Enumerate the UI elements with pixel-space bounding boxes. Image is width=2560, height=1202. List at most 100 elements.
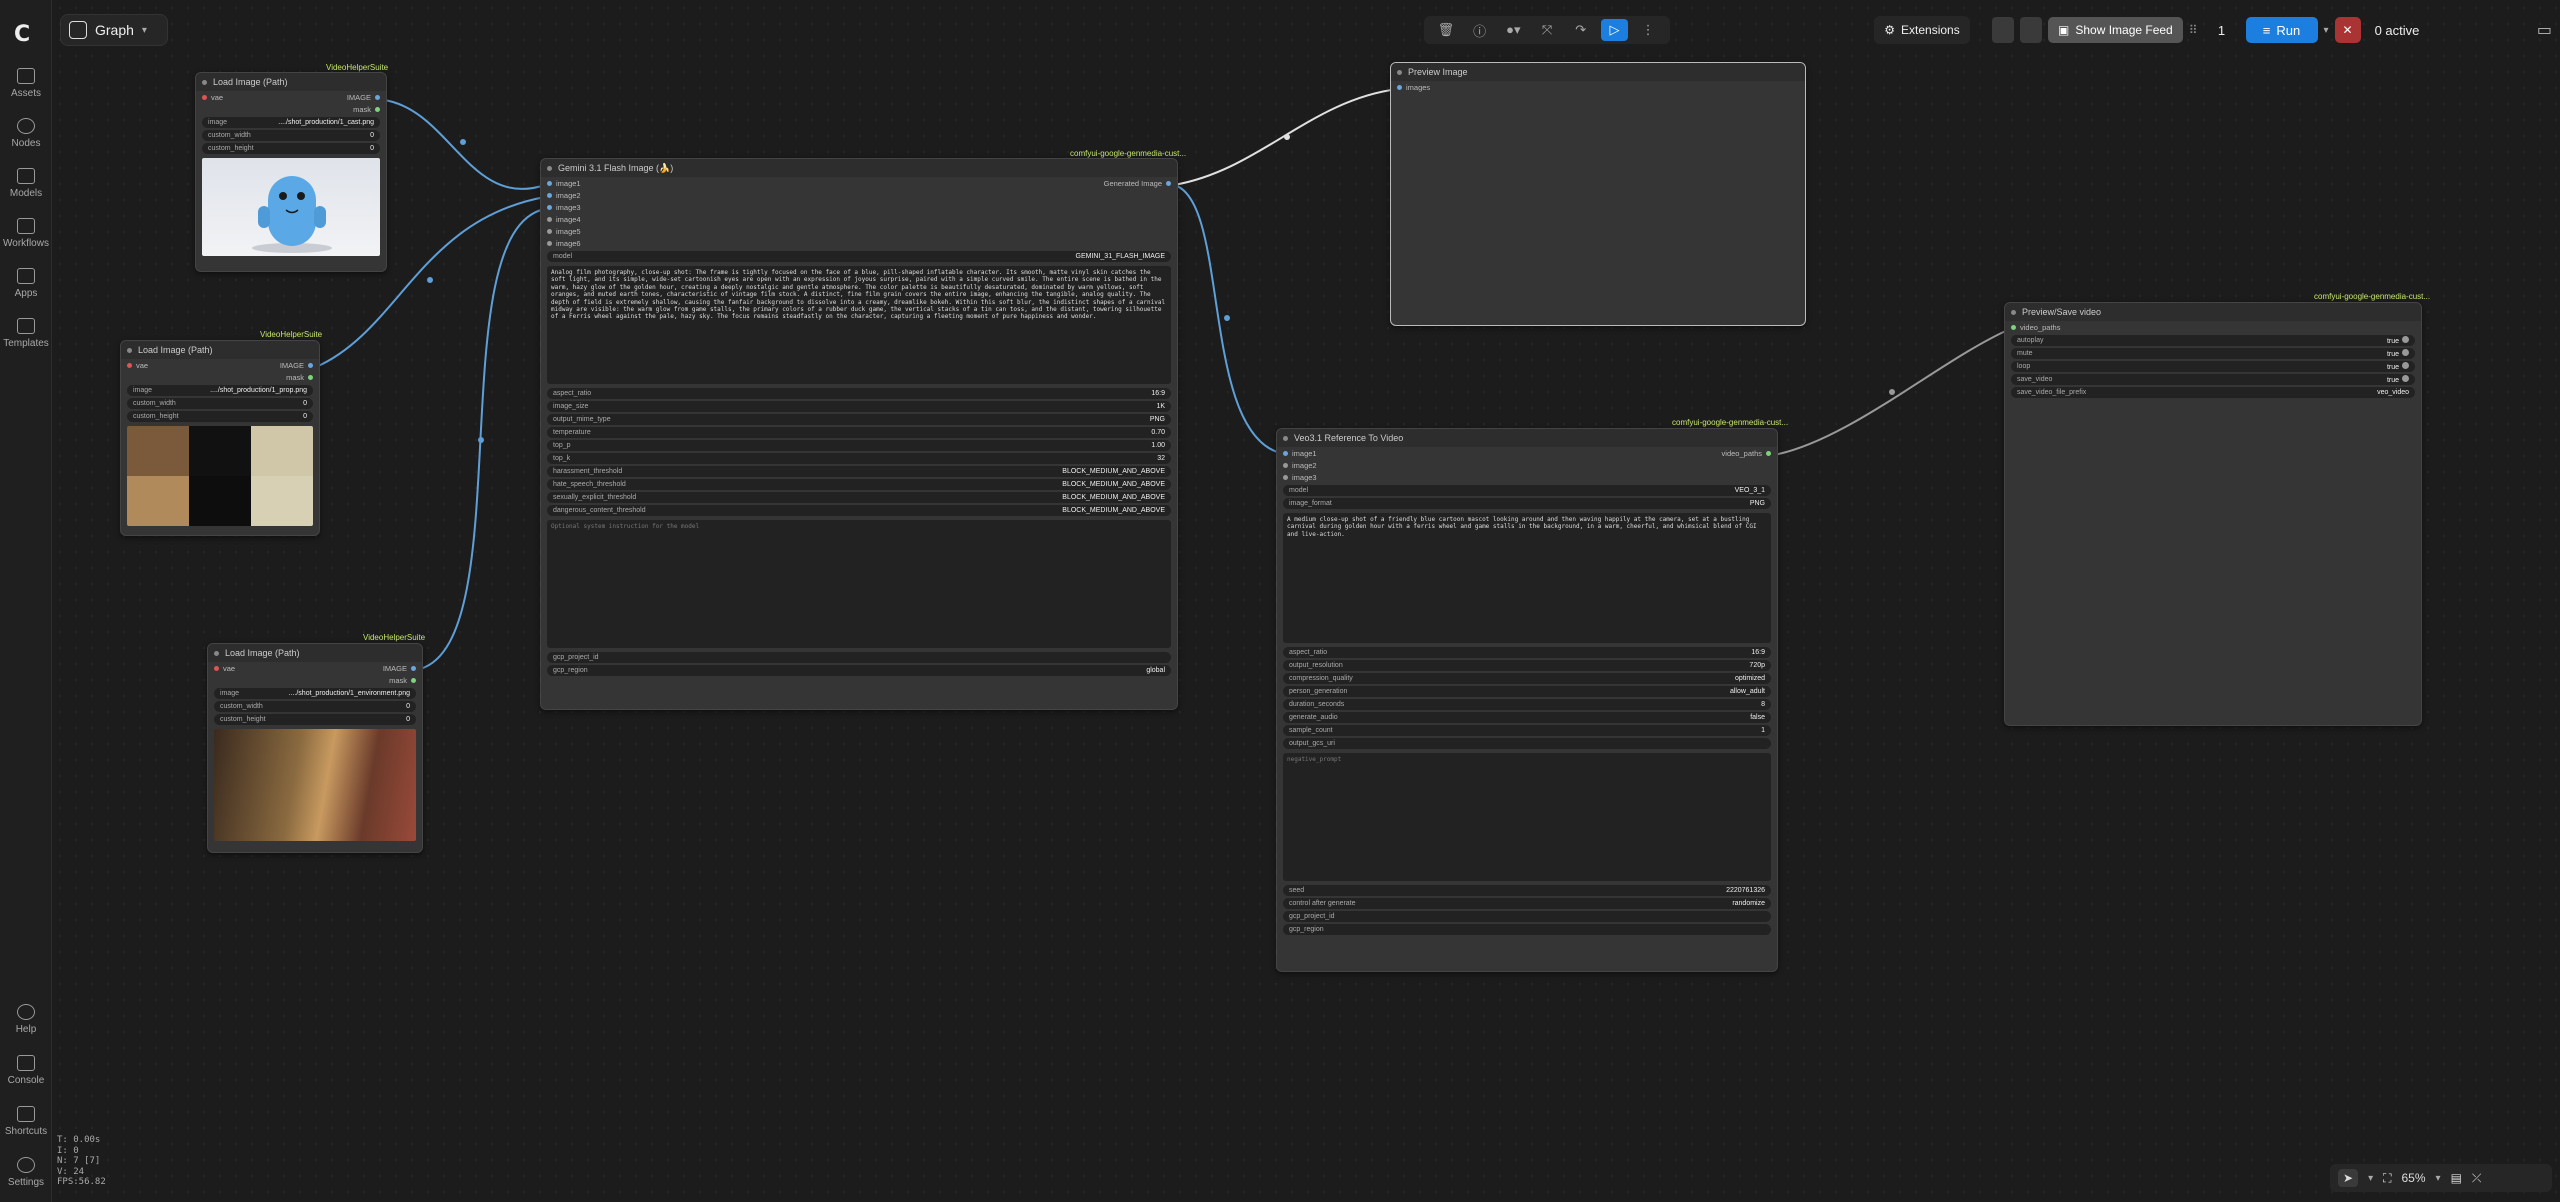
widget-image-size[interactable]: image_size 1K — [547, 401, 1171, 412]
toggle-icon[interactable] — [2402, 375, 2409, 382]
toggle-icon[interactable] — [2402, 349, 2409, 356]
redo-icon[interactable]: ↷ — [1567, 19, 1595, 41]
model-select[interactable]: model GEMINI_31_FLASH_IMAGE — [547, 251, 1171, 262]
image-path-widget[interactable]: image ..../shot_production/1_cast.png — [202, 117, 380, 128]
node-gemini-flash-image[interactable]: Gemini 3.1 Flash Image (🍌) image1 Generat… — [540, 158, 1178, 710]
output-mask[interactable]: mask — [389, 676, 407, 685]
drag-handle-icon[interactable]: ⠿ — [2189, 23, 2198, 37]
info-icon[interactable]: ⓘ — [1466, 19, 1494, 41]
node-preview-save-video[interactable]: Preview/Save video video_paths autoplay t… — [2004, 302, 2422, 726]
input-video-paths[interactable]: video_paths — [2020, 323, 2060, 332]
output-image[interactable]: IMAGE — [280, 361, 304, 370]
node-load-image-2[interactable]: Load Image (Path) vae IMAGE mask image...… — [120, 340, 320, 536]
output-image[interactable]: IMAGE — [347, 93, 371, 102]
sidebar-item-help[interactable]: Help — [0, 1004, 52, 1035]
run-options-chevron-icon[interactable]: ▾ — [2324, 25, 2329, 36]
custom-height-widget[interactable]: custom_height 0 — [214, 714, 416, 725]
prompt-textarea[interactable]: Analog film photography, close-up shot: … — [547, 266, 1171, 384]
output-video-paths[interactable]: video_paths — [1722, 449, 1762, 458]
sidebar-item-templates[interactable]: Templates — [0, 318, 52, 349]
custom-width-widget[interactable]: custom_width 0 — [127, 398, 313, 409]
input-vae[interactable]: vae — [223, 664, 235, 673]
widget-sexually-explicit-threshold[interactable]: sexually_explicit_threshold BLOCK_MEDIUM_… — [547, 492, 1171, 503]
input-images[interactable]: images — [1406, 83, 1430, 92]
widget-person-generation[interactable]: person_generation allow_adult — [1283, 686, 1771, 697]
widget-save-video[interactable]: save_video true — [2011, 374, 2415, 385]
model-select[interactable]: model VEO_3_1 — [1283, 485, 1771, 496]
gcp-project-id-widget[interactable]: gcp_project_id — [547, 652, 1171, 663]
chevron-down-icon[interactable]: ▾ — [142, 25, 147, 36]
comfy-logo-icon[interactable]: C — [14, 22, 38, 47]
widget-aspect-ratio[interactable]: aspect_ratio 16:9 — [1283, 647, 1771, 658]
custom-width-widget[interactable]: custom_width 0 — [202, 130, 380, 141]
more-options-icon[interactable]: ⋮ — [1634, 19, 1662, 41]
widget-control-after-generate[interactable]: control after generate randomize — [1283, 898, 1771, 909]
fit-view-icon[interactable]: ⤧ — [1533, 19, 1561, 41]
sidebar-item-models[interactable]: Models — [0, 168, 52, 199]
zoom-level[interactable]: 65% — [2402, 1171, 2426, 1185]
widget-hate-speech-threshold[interactable]: hate_speech_threshold BLOCK_MEDIUM_AND_AB… — [547, 479, 1171, 490]
custom-height-widget[interactable]: custom_height 0 — [127, 411, 313, 422]
active-jobs-label[interactable]: 0 active — [2367, 23, 2428, 38]
widget-duration-seconds[interactable]: duration_seconds 8 — [1283, 699, 1771, 710]
widget-generate-audio[interactable]: generate_audio false — [1283, 712, 1771, 723]
extensions-button[interactable]: ⚙ Extensions — [1874, 16, 1970, 44]
sidebar-item-assets[interactable]: Assets — [0, 68, 52, 99]
widget-output-mime-type[interactable]: output_mime_type PNG — [547, 414, 1171, 425]
fit-view-icon[interactable]: ⛶ — [2383, 1171, 2391, 1186]
sidebar-item-workflows[interactable]: Workflows — [0, 218, 52, 249]
save-icon[interactable] — [2020, 17, 2042, 43]
input-image2[interactable]: image2 — [556, 191, 581, 200]
widget-loop[interactable]: loop true — [2011, 361, 2415, 372]
input-image3[interactable]: image3 — [1292, 473, 1317, 482]
sidebar-item-apps[interactable]: Apps — [0, 268, 52, 299]
output-mask[interactable]: mask — [286, 373, 304, 382]
input-vae[interactable]: vae — [211, 93, 223, 102]
negative-prompt-textarea[interactable]: negative_prompt — [1283, 753, 1771, 881]
sidebar-item-shortcuts[interactable]: Shortcuts — [0, 1106, 52, 1137]
toggle-icon[interactable] — [2402, 362, 2409, 369]
widget-seed[interactable]: seed 2220761326 — [1283, 885, 1771, 896]
custom-width-widget[interactable]: custom_width 0 — [214, 701, 416, 712]
zoom-chevron-icon[interactable]: ▾ — [2436, 1173, 2441, 1184]
image-path-widget[interactable]: image ..../shot_production/1_environment.… — [214, 688, 416, 699]
node-load-image-1[interactable]: Load Image (Path) vae IMAGE mask image...… — [195, 72, 387, 272]
system-instruction-textarea[interactable]: Optional system instruction for the mode… — [547, 520, 1171, 648]
chevron-down-icon[interactable]: ▾ — [2368, 1173, 2373, 1184]
widget-output-gcs-uri[interactable]: output_gcs_uri — [1283, 738, 1771, 749]
input-image2[interactable]: image2 — [1292, 461, 1317, 470]
input-image1[interactable]: image1 — [556, 179, 581, 188]
batch-count-input[interactable]: 1 — [2204, 23, 2240, 38]
widget-harassment-threshold[interactable]: harassment_threshold BLOCK_MEDIUM_AND_ABO… — [547, 466, 1171, 477]
widget-compression-quality[interactable]: compression_quality optimized — [1283, 673, 1771, 684]
image-format-select[interactable]: image_format PNG — [1283, 498, 1771, 509]
input-image6[interactable]: image6 — [556, 239, 581, 248]
widget-dangerous-content-threshold[interactable]: dangerous_content_threshold BLOCK_MEDIUM_… — [547, 505, 1171, 516]
minimap-icon[interactable]: ▤ — [2451, 1171, 2462, 1185]
node-veo-reference-to-video[interactable]: Veo3.1 Reference To Video image1 video_pa… — [1276, 428, 1778, 972]
hide-links-icon[interactable]: ⤫ — [2472, 1171, 2482, 1186]
node-preview-image[interactable]: Preview Image images — [1390, 62, 1806, 326]
widget-temperature[interactable]: temperature 0.70 — [547, 427, 1171, 438]
widget-gcp-region[interactable]: gcp_region — [1283, 924, 1771, 935]
widget-sample-count[interactable]: sample_count 1 — [1283, 725, 1771, 736]
widget-gcp-project-id[interactable]: gcp_project_id — [1283, 911, 1771, 922]
gcp-region-widget[interactable]: gcp_region global — [547, 665, 1171, 676]
input-image5[interactable]: image5 — [556, 227, 581, 236]
input-image4[interactable]: image4 — [556, 215, 581, 224]
input-vae[interactable]: vae — [136, 361, 148, 370]
toggle-icon[interactable] — [2402, 336, 2409, 343]
run-button[interactable]: ≡ Run — [2245, 17, 2318, 43]
sidebar-item-settings[interactable]: Settings — [0, 1157, 52, 1188]
panel-toggle-icon[interactable]: ▭ — [2537, 20, 2552, 40]
widget-output-resolution[interactable]: output_resolution 720p — [1283, 660, 1771, 671]
output-mask[interactable]: mask — [353, 105, 371, 114]
graph-tab[interactable]: Graph ▾ — [60, 14, 168, 46]
cancel-run-button[interactable]: ✕ — [2334, 17, 2361, 43]
widget-top-k[interactable]: top_k 32 — [547, 453, 1171, 464]
color-picker-icon[interactable]: ●▾ — [1499, 19, 1527, 41]
widget-autoplay[interactable]: autoplay true — [2011, 335, 2415, 346]
show-image-feed-button[interactable]: ▣ Show Image Feed — [2048, 17, 2183, 43]
input-image1[interactable]: image1 — [1292, 449, 1317, 458]
input-image3[interactable]: image3 — [556, 203, 581, 212]
